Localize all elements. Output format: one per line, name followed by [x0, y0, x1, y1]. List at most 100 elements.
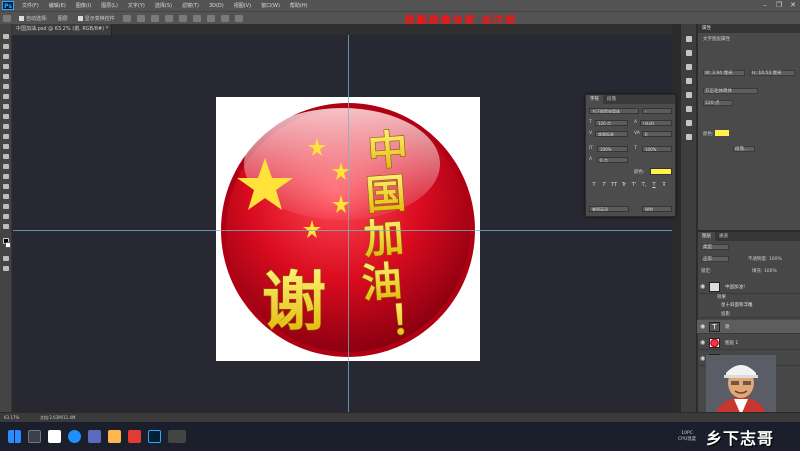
- history-panel-icon[interactable]: [686, 36, 692, 42]
- zoom-tool-icon[interactable]: [3, 224, 9, 229]
- auto-select-dropdown[interactable]: 图层: [53, 15, 73, 22]
- underline-button[interactable]: T: [651, 182, 657, 188]
- properties-panel-icon[interactable]: [686, 50, 692, 56]
- faux-italic-button[interactable]: T: [601, 182, 607, 188]
- tracking-field[interactable]: 0: [642, 131, 672, 137]
- align-right-icon[interactable]: [192, 14, 201, 22]
- auto-select-checkbox[interactable]: 自动选择:: [14, 15, 53, 22]
- store-icon[interactable]: [48, 430, 61, 443]
- tab-layers[interactable]: 图层: [698, 232, 715, 241]
- tab-channels[interactable]: 通道: [715, 232, 732, 241]
- character-panel-icon[interactable]: [686, 92, 692, 98]
- show-transform-checkbox[interactable]: 显示变换控件: [73, 15, 120, 22]
- visibility-eye-icon[interactable]: ◉: [700, 284, 706, 290]
- align-top-icon[interactable]: [122, 14, 131, 22]
- character-color-swatch[interactable]: [650, 168, 672, 175]
- menu-view[interactable]: 视图(V): [229, 2, 256, 9]
- folder-icon[interactable]: [108, 430, 121, 443]
- recorder-icon[interactable]: [128, 430, 141, 443]
- subscript-button[interactable]: T,: [641, 182, 647, 188]
- horizontal-scale-field[interactable]: 100%: [642, 146, 672, 152]
- quick-select-tool-icon[interactable]: [3, 64, 9, 69]
- align-middle-icon[interactable]: [136, 14, 145, 22]
- menu-layer[interactable]: 图层(L): [96, 2, 123, 9]
- screen-mode-icon[interactable]: [3, 266, 9, 271]
- distribute-h-icon[interactable]: [220, 14, 229, 22]
- zoom-level[interactable]: 63.17%: [4, 415, 19, 420]
- props-color-swatch[interactable]: [715, 130, 729, 136]
- browser-icon[interactable]: [68, 430, 81, 443]
- shape-tool-icon[interactable]: [3, 204, 9, 209]
- horizontal-guide[interactable]: [13, 230, 672, 231]
- dodge-tool-icon[interactable]: [3, 164, 9, 169]
- menu-window[interactable]: 窗口(W): [256, 2, 285, 9]
- superscript-button[interactable]: T': [631, 182, 637, 188]
- hand-tool-icon[interactable]: [3, 214, 9, 219]
- menu-image[interactable]: 图像(I): [71, 2, 96, 9]
- move-tool-icon[interactable]: [3, 14, 11, 22]
- faux-bold-button[interactable]: T: [591, 182, 597, 188]
- eraser-tool-icon[interactable]: [3, 134, 9, 139]
- font-family-dropdown[interactable]: 方正粗黑宋简体: [589, 108, 639, 114]
- align-bottom-icon[interactable]: [150, 14, 159, 22]
- kerning-field[interactable]: 度量标准: [595, 131, 628, 137]
- blur-tool-icon[interactable]: [3, 154, 9, 159]
- opacity-field[interactable]: 不透明度: 100%: [748, 256, 782, 262]
- background-color-swatch[interactable]: [5, 242, 11, 248]
- menu-filter[interactable]: 滤镜(T): [177, 2, 204, 9]
- align-center-icon[interactable]: [178, 14, 187, 22]
- visibility-eye-icon[interactable]: ◉: [700, 340, 706, 346]
- stamp-tool-icon[interactable]: [3, 114, 9, 119]
- quick-mask-icon[interactable]: [3, 256, 9, 261]
- marquee-tool-icon[interactable]: [3, 44, 9, 49]
- task-view-icon[interactable]: [28, 430, 41, 443]
- close-button[interactable]: ✕: [786, 0, 800, 11]
- eyedropper-tool-icon[interactable]: [3, 84, 9, 89]
- lasso-tool-icon[interactable]: [3, 54, 9, 59]
- brush-panel-icon[interactable]: [686, 78, 692, 84]
- paragraph-panel-icon[interactable]: [686, 106, 692, 112]
- restore-button[interactable]: ❐: [772, 0, 786, 11]
- strikethrough-button[interactable]: Ŧ: [661, 182, 667, 188]
- vertical-scale-field[interactable]: 100%: [597, 146, 628, 152]
- path-select-tool-icon[interactable]: [3, 194, 9, 199]
- vertical-guide[interactable]: [348, 35, 349, 412]
- active-window-icon[interactable]: [168, 430, 186, 443]
- history-brush-tool-icon[interactable]: [3, 124, 9, 129]
- baseline-shift-field[interactable]: 0 点: [597, 157, 628, 163]
- leading-field[interactable]: (自动): [640, 120, 672, 126]
- menu-type[interactable]: 文字(Y): [123, 2, 150, 9]
- pen-tool-icon[interactable]: [3, 174, 9, 179]
- type-tool-icon[interactable]: [3, 184, 9, 189]
- anti-alias-dropdown[interactable]: 锐利: [642, 206, 672, 212]
- tab-paragraph[interactable]: 段落: [603, 95, 620, 104]
- layer-row-selected[interactable]: ◉ T 谢: [697, 320, 800, 334]
- layer-effect-row[interactable]: 星十斜面和浮雕: [697, 301, 800, 309]
- all-caps-button[interactable]: TT: [611, 182, 617, 188]
- layer-row[interactable]: ◉ 图层 1: [697, 336, 800, 350]
- layer-effect-row[interactable]: 投影: [697, 309, 800, 318]
- move-tool-icon[interactable]: [3, 34, 9, 39]
- tab-character[interactable]: 字符: [586, 95, 603, 104]
- gradient-tool-icon[interactable]: [3, 144, 9, 149]
- windows-start-icon[interactable]: [8, 430, 21, 443]
- menu-help[interactable]: 帮助(H): [285, 2, 313, 9]
- menu-3d[interactable]: 3D(D): [204, 3, 229, 9]
- swatches-panel-icon[interactable]: [686, 120, 692, 126]
- align-left-icon[interactable]: [164, 14, 173, 22]
- menu-edit[interactable]: 编辑(E): [44, 2, 71, 9]
- styles-panel-icon[interactable]: [686, 134, 692, 140]
- menu-file[interactable]: 文件(F): [17, 2, 44, 9]
- brush-tool-icon[interactable]: [3, 104, 9, 109]
- menu-select[interactable]: 选择(S): [150, 2, 177, 9]
- photoshop-taskbar-icon[interactable]: [148, 430, 161, 443]
- 3d-mode-icon[interactable]: [234, 14, 243, 22]
- minimize-button[interactable]: –: [758, 0, 772, 11]
- distribute-icon[interactable]: [206, 14, 215, 22]
- healing-tool-icon[interactable]: [3, 94, 9, 99]
- document-tab[interactable]: 中国加油.psd @ 63.2% (谢, RGB/8#) *: [12, 24, 112, 35]
- visibility-eye-icon[interactable]: ◉: [700, 324, 706, 330]
- adjustments-panel-icon[interactable]: [686, 64, 692, 70]
- small-caps-button[interactable]: Tr: [621, 182, 627, 188]
- layer-effects-row[interactable]: 效果: [697, 292, 800, 301]
